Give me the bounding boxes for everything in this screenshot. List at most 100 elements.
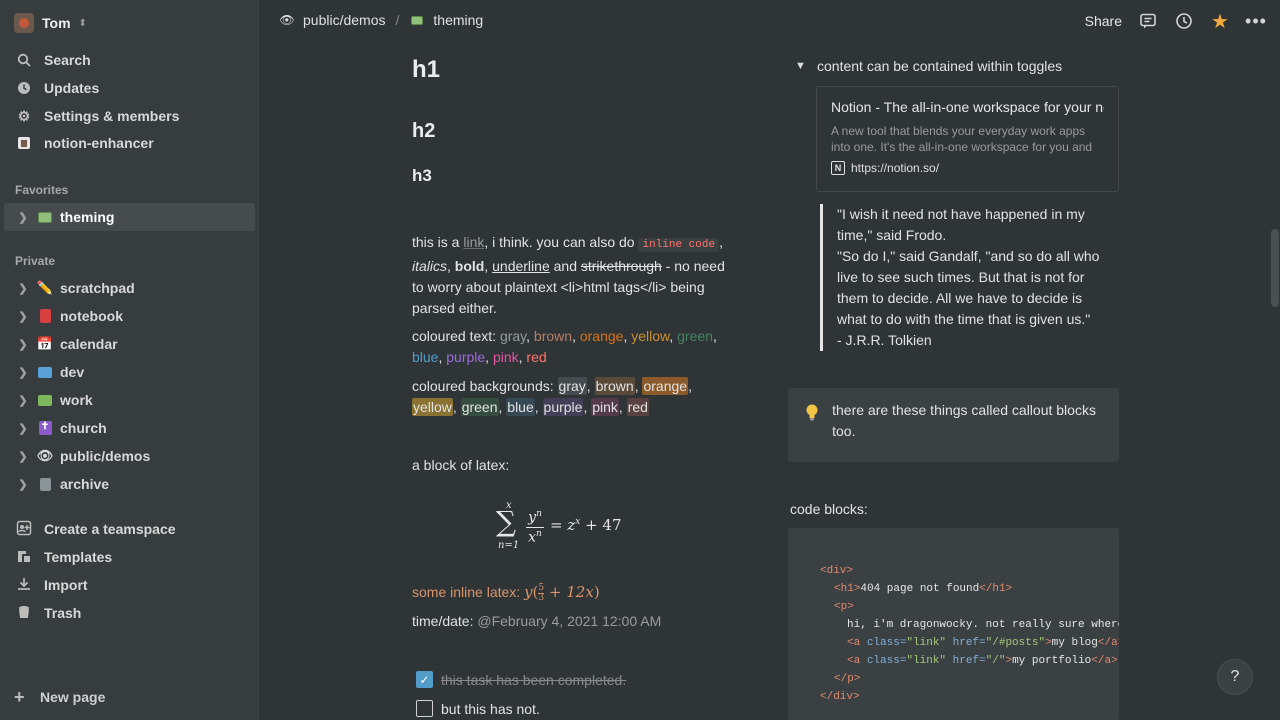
sidebar-item-public-demos[interactable]: ❯ 👁 public/demos	[4, 442, 255, 470]
purple-bg: purple	[542, 398, 584, 416]
laptop-icon	[36, 364, 54, 380]
workspace-switcher[interactable]: Tom ⬍	[14, 12, 87, 34]
paragraph-formatting[interactable]: this is a link, i think. you can also do…	[412, 232, 737, 319]
attr: href=	[946, 655, 986, 667]
nav-label: Updates	[44, 80, 100, 96]
sidebar-item-notebook[interactable]: ❯ notebook	[4, 302, 255, 330]
lightbulb-icon[interactable]	[805, 404, 818, 421]
share-button[interactable]: Share	[1085, 13, 1122, 29]
scrollbar[interactable]	[1270, 44, 1280, 720]
more-icon[interactable]: •••	[1245, 10, 1266, 32]
nav-updates[interactable]: Updates	[0, 74, 255, 102]
tag: </a>	[1097, 637, 1119, 649]
red-text: red	[526, 349, 547, 365]
nav-label: Search	[44, 52, 91, 68]
templates-button[interactable]: Templates	[0, 543, 255, 571]
history-clock-icon[interactable]	[1174, 10, 1194, 32]
tag: >	[1045, 637, 1052, 649]
chevron-right-icon[interactable]: ❯	[16, 394, 30, 407]
var: y	[528, 509, 537, 526]
chevron-right-icon[interactable]: ❯	[16, 478, 30, 491]
nav-notion-enhancer[interactable]: notion-enhancer	[0, 129, 255, 157]
brown-text: brown	[533, 328, 573, 344]
chevron-right-icon[interactable]: ❯	[16, 282, 30, 295]
quote-block[interactable]: "I wish it need not have happened in my …	[820, 204, 1100, 351]
import-button[interactable]: Import	[0, 571, 255, 599]
sidebar-item-calendar[interactable]: ❯ 📅 calendar	[4, 330, 255, 358]
heading-2[interactable]: h2	[412, 120, 435, 143]
chevron-right-icon[interactable]: ❯	[16, 338, 30, 351]
text: 404 page not found	[860, 583, 980, 595]
inline-latex-paragraph[interactable]: some inline latex: y(5 3 + 12x)	[412, 582, 737, 603]
import-icon	[16, 576, 32, 595]
scrollbar-thumb[interactable]	[1271, 229, 1279, 307]
text: ,	[484, 258, 493, 274]
label: time/date:	[412, 613, 478, 629]
chevron-right-icon[interactable]: ❯	[16, 211, 30, 224]
notion-logo-icon: N	[831, 161, 845, 175]
sidebar-item-archive[interactable]: ❯ archive	[4, 470, 255, 498]
date-mention[interactable]: @February 4, 2021 12:00 AM	[477, 613, 661, 629]
code-block[interactable]: <div> <h1>404 page not found</h1> <p> hi, i…	[788, 528, 1119, 720]
paragraph-coloured-backgrounds[interactable]: coloured backgrounds: gray, brown, orang…	[412, 376, 737, 418]
heading-1[interactable]: h1	[412, 56, 440, 84]
checkbox-checked[interactable]: ✓	[416, 671, 433, 688]
bottom-label: Trash	[44, 605, 82, 621]
help-button[interactable]: ?	[1217, 659, 1253, 695]
chevron-right-icon[interactable]: ❯	[16, 310, 30, 323]
sidebar-item-work[interactable]: ❯ work	[4, 386, 255, 414]
bookmark-card[interactable]: Notion - The all-in-one workspace for yo…	[816, 86, 1119, 192]
gray-text: gray	[499, 328, 527, 344]
underline-text: underline	[492, 258, 550, 274]
breadcrumb-current[interactable]: theming	[433, 12, 483, 28]
latex-label[interactable]: a block of latex:	[412, 455, 737, 476]
sidebar-item-scratchpad[interactable]: ❯ ✏️ scratchpad	[4, 274, 255, 302]
todo-item[interactable]: but this has not.	[416, 700, 540, 717]
clock-icon	[16, 80, 32, 96]
new-page-button[interactable]: + New page	[0, 683, 258, 711]
star-icon[interactable]: ★	[1210, 10, 1230, 33]
todo-label: this task has been completed.	[441, 671, 627, 688]
bottom-label: Import	[44, 577, 88, 593]
nav-settings[interactable]: ⚙ Settings & members	[0, 102, 255, 130]
todo-item[interactable]: ✓ this task has been completed.	[416, 671, 626, 688]
sidebar-item-dev[interactable]: ❯ dev	[4, 358, 255, 386]
create-teamspace-button[interactable]: Create a teamspace	[0, 515, 255, 543]
todo-label: but this has not.	[441, 700, 540, 717]
num: 5	[538, 582, 545, 594]
breadcrumb-parent[interactable]: public/demos	[303, 12, 386, 28]
tag: <p>	[834, 601, 854, 613]
bottom-label: Create a teamspace	[44, 521, 176, 537]
comment-icon[interactable]	[1138, 10, 1158, 32]
pink-bg: pink	[591, 398, 619, 416]
pink-text: pink	[492, 349, 519, 365]
toggle-block[interactable]: ▼ content can be contained within toggle…	[795, 58, 1062, 74]
timedate-paragraph[interactable]: time/date: @February 4, 2021 12:00 AM	[412, 611, 737, 632]
link[interactable]: link	[463, 234, 484, 250]
text: and	[549, 258, 581, 274]
chevron-right-icon[interactable]: ❯	[16, 450, 30, 463]
code-blocks-label[interactable]: code blocks:	[790, 501, 868, 517]
green-bg: green	[460, 398, 499, 416]
attr: class=	[866, 637, 907, 649]
paragraph-coloured-text[interactable]: coloured text: gray, brown, orange, yell…	[412, 326, 737, 368]
callout-block[interactable]: there are these things called callout bl…	[788, 388, 1119, 462]
tag: </a>	[1091, 655, 1118, 667]
code-line: </p>	[820, 670, 1119, 688]
sidebar-item-label: notebook	[60, 308, 123, 324]
heading-3[interactable]: h3	[412, 166, 432, 186]
sidebar-item-theming[interactable]: ❯ theming	[4, 203, 255, 231]
latex-equation[interactable]: x ∑ n=1 yn xn = zx + 47	[496, 500, 636, 556]
checkbox-unchecked[interactable]	[416, 700, 433, 717]
equation-rhs: = zx + 47	[550, 516, 622, 534]
nav-label: notion-enhancer	[44, 135, 154, 151]
sidebar: Tom ⬍ Search Updates ⚙ Settings & member…	[0, 0, 259, 720]
calendar-icon: 📅	[36, 336, 54, 351]
trash-button[interactable]: Trash	[0, 599, 255, 627]
top-actions: Share ★ •••	[1085, 10, 1266, 33]
toggle-triangle-icon[interactable]: ▼	[795, 60, 806, 72]
chevron-right-icon[interactable]: ❯	[16, 422, 30, 435]
nav-search[interactable]: Search	[0, 46, 255, 74]
sidebar-item-church[interactable]: ❯ ✝ church	[4, 414, 255, 442]
chevron-right-icon[interactable]: ❯	[16, 366, 30, 379]
